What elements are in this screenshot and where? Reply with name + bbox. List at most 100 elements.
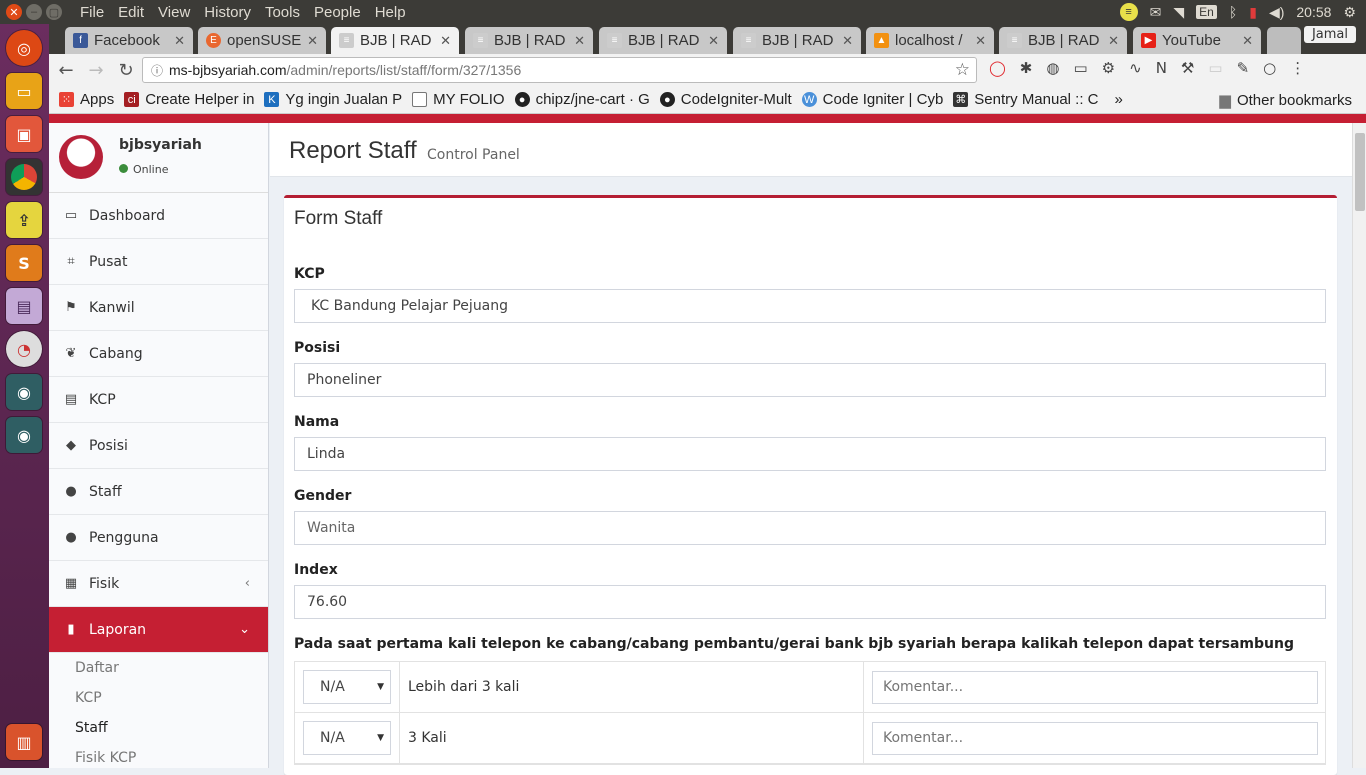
- menu-people[interactable]: People: [314, 4, 361, 21]
- tab-bjb-rad-active[interactable]: ≡ BJB | RAD ✕: [331, 27, 459, 54]
- score-select[interactable]: N/A ▼: [303, 721, 391, 755]
- mail-icon[interactable]: ✉: [1150, 4, 1162, 21]
- kcp-field[interactable]: KC Bandung Pelajar Pejuang: [294, 289, 1326, 323]
- tab-bjb-rad[interactable]: ≡ BJB | RAD ✕: [465, 27, 593, 54]
- info-icon[interactable]: ⓘ: [151, 62, 163, 79]
- address-bar[interactable]: ⓘ ms-bjbsyariah.com /admin/reports/list/…: [142, 57, 977, 83]
- menu-tools[interactable]: Tools: [265, 4, 300, 21]
- sidebar-item-cabang[interactable]: ❦ Cabang: [49, 331, 268, 377]
- settings-icon[interactable]: ⚙: [1102, 59, 1115, 77]
- comment-input[interactable]: [872, 670, 1318, 704]
- bookmark-jne-cart[interactable]: ● chipz/jne-cart · G: [514, 91, 650, 108]
- tool-icon[interactable]: ⚒: [1181, 59, 1194, 77]
- cast-icon[interactable]: ▭: [1073, 59, 1087, 77]
- nama-field[interactable]: Linda: [294, 437, 1326, 471]
- tab-close-icon[interactable]: ✕: [574, 33, 585, 49]
- index-field[interactable]: 76.60: [294, 585, 1326, 619]
- menu-file[interactable]: File: [80, 4, 104, 21]
- score-select[interactable]: N/A ▼: [303, 670, 391, 704]
- bookmark-jualan[interactable]: K Yg ingin Jualan P: [264, 91, 402, 108]
- tab-close-icon[interactable]: ✕: [842, 33, 853, 49]
- link-icon[interactable]: ∿: [1129, 59, 1142, 77]
- tab-close-icon[interactable]: ✕: [708, 33, 719, 49]
- bookmark-code-igniter-cyb[interactable]: W Code Igniter | Cyb: [801, 91, 943, 108]
- eyedropper-icon[interactable]: ✎: [1237, 59, 1250, 77]
- tab-close-icon[interactable]: ✕: [1242, 33, 1253, 49]
- posisi-field[interactable]: Phoneliner: [294, 363, 1326, 397]
- forward-arrow-icon[interactable]: →: [83, 60, 109, 81]
- keyboard-language[interactable]: En: [1196, 5, 1217, 19]
- scrollbar-thumb[interactable]: [1355, 133, 1365, 211]
- sidebar-item-kcp[interactable]: ▤ KCP: [49, 377, 268, 423]
- sidebar-subitem-daftar[interactable]: Daftar: [49, 653, 268, 683]
- tab-close-icon[interactable]: ✕: [975, 33, 986, 49]
- sidebar-item-fisik[interactable]: ▦ Fisik ‹: [49, 561, 268, 607]
- files-icon[interactable]: ▭: [6, 73, 42, 109]
- sidebar-item-pengguna[interactable]: ● Pengguna: [49, 515, 268, 561]
- volume-icon[interactable]: ◀): [1269, 4, 1284, 21]
- menu-history[interactable]: History: [204, 4, 251, 21]
- tab-close-icon[interactable]: ✕: [174, 33, 185, 49]
- wifi-icon[interactable]: ◥: [1173, 4, 1184, 21]
- disk-usage-icon[interactable]: ◔: [6, 331, 42, 367]
- dbeaver-icon-2[interactable]: ◉: [6, 417, 42, 453]
- back-arrow-icon[interactable]: ←: [53, 60, 79, 81]
- tab-localhost[interactable]: ▲ localhost / ✕: [866, 27, 994, 54]
- bookmark-sentry-manual[interactable]: ⌘ Sentry Manual :: C: [953, 91, 1099, 108]
- sidebar-subitem-kcp[interactable]: KCP: [49, 683, 268, 713]
- tab-bjb-rad[interactable]: ≡ BJB | RAD ✕: [599, 27, 727, 54]
- tab-close-icon[interactable]: ✕: [1108, 33, 1119, 49]
- window-icon[interactable]: ▭: [1208, 59, 1222, 77]
- tab-facebook[interactable]: f Facebook ✕: [65, 27, 193, 54]
- bug-icon[interactable]: ✱: [1020, 59, 1033, 77]
- sidebar-item-posisi[interactable]: ◆ Posisi: [49, 423, 268, 469]
- menu-view[interactable]: View: [158, 4, 190, 21]
- sublime-text-icon[interactable]: S: [6, 245, 42, 281]
- new-tab-button[interactable]: [1267, 27, 1301, 54]
- window-close-icon[interactable]: ✕: [6, 4, 22, 20]
- trash-icon[interactable]: ▥: [6, 724, 42, 760]
- n-icon[interactable]: N: [1156, 59, 1167, 77]
- menu-help[interactable]: Help: [375, 4, 406, 21]
- bookmarks-overflow-icon[interactable]: »: [1115, 91, 1123, 108]
- ubuntu-dash-icon[interactable]: ◎: [6, 30, 42, 66]
- opera-icon[interactable]: ◯: [989, 59, 1006, 77]
- profile-button[interactable]: Jamal: [1303, 26, 1356, 43]
- clock[interactable]: 20:58: [1296, 4, 1331, 20]
- bookmark-create-helper[interactable]: ci Create Helper in: [124, 91, 254, 108]
- bluetooth-icon[interactable]: ᛒ: [1229, 4, 1237, 20]
- sidebar-subitem-fisik-kcp[interactable]: Fisik KCP: [49, 743, 268, 773]
- sidebar-item-kanwil[interactable]: ⚑ Kanwil: [49, 285, 268, 331]
- menu-edit[interactable]: Edit: [118, 4, 144, 21]
- page-scrollbar[interactable]: [1352, 123, 1366, 768]
- sidebar-subitem-staff[interactable]: Staff: [49, 713, 268, 743]
- sidebar-item-pusat[interactable]: ⌗ Pusat: [49, 239, 268, 285]
- bookmark-apps[interactable]: ⁙ Apps: [59, 91, 114, 108]
- reload-icon[interactable]: ↻: [113, 60, 139, 81]
- tab-close-icon[interactable]: ✕: [307, 33, 318, 49]
- chrome-icon[interactable]: [6, 159, 42, 195]
- text-editor-icon[interactable]: ▤: [6, 288, 42, 324]
- dbeaver-icon[interactable]: ◉: [6, 374, 42, 410]
- other-bookmarks[interactable]: ▆ Other bookmarks: [1219, 91, 1352, 110]
- bookmark-star-icon[interactable]: ☆: [955, 60, 970, 80]
- window-minimize-icon[interactable]: –: [26, 4, 42, 20]
- tab-bjb-rad[interactable]: ≡ BJB | RAD ✕: [733, 27, 861, 54]
- gender-field[interactable]: Wanita: [294, 511, 1326, 545]
- battery-icon[interactable]: ▮: [1249, 4, 1257, 21]
- tab-opensuse[interactable]: E openSUSE ✕: [198, 27, 326, 54]
- bookmark-my-folio[interactable]: MY FOLIO: [412, 91, 505, 108]
- sidebar-item-staff[interactable]: ● Staff: [49, 469, 268, 515]
- circle-icon[interactable]: ○: [1263, 59, 1276, 77]
- bookmark-codeigniter-mult[interactable]: ● CodeIgniter-Mult: [659, 91, 792, 108]
- tab-close-icon[interactable]: ✕: [440, 33, 451, 49]
- notes-icon[interactable]: ≡: [1119, 3, 1138, 21]
- archive-icon[interactable]: ⇪: [6, 202, 42, 238]
- comment-input[interactable]: [872, 721, 1318, 755]
- globe-icon[interactable]: ◍: [1046, 59, 1059, 77]
- chrome-menu-icon[interactable]: ⋮: [1290, 59, 1305, 77]
- software-center-icon[interactable]: ▣: [6, 116, 42, 152]
- tab-bjb-rad[interactable]: ≡ BJB | RAD ✕: [999, 27, 1127, 54]
- power-gear-icon[interactable]: ⚙: [1343, 4, 1356, 21]
- window-maximize-icon[interactable]: ▢: [46, 4, 62, 20]
